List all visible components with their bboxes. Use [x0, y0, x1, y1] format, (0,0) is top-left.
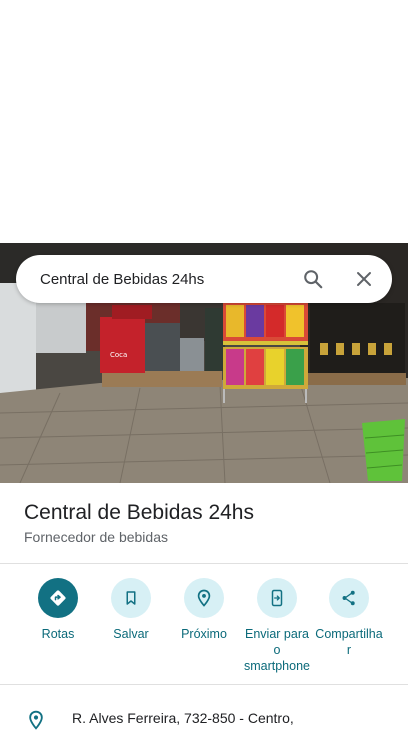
- svg-text:Coca: Coca: [110, 351, 127, 359]
- share-label-line: Compartilha: [315, 627, 383, 641]
- save-button[interactable]: Salvar: [89, 578, 173, 642]
- nearby-label: Próximo: [181, 627, 227, 641]
- bookmark-icon: [111, 578, 151, 618]
- share-label: Compartilha r: [315, 626, 382, 658]
- save-label: Salvar: [113, 627, 149, 641]
- directions-button[interactable]: Rotas: [16, 578, 100, 642]
- nearby-button[interactable]: Próximo: [162, 578, 246, 642]
- place-title: Central de Bebidas 24hs: [24, 501, 254, 524]
- map-area: [0, 0, 408, 243]
- nearby-icon: [184, 578, 224, 618]
- divider: [0, 563, 408, 564]
- search-icon[interactable]: [301, 267, 325, 291]
- send-to-phone-icon: [257, 578, 297, 618]
- action-bar: Rotas Salvar Próximo Enviar para o smart…: [0, 578, 408, 678]
- place-category: Fornecedor de bebidas: [24, 529, 168, 545]
- send-to-phone-label-line: Enviar para: [245, 627, 309, 641]
- address-row[interactable]: R. Alves Ferreira, 732-850 - Centro,: [0, 700, 408, 730]
- send-to-phone-label: Enviar para o smartphone: [244, 626, 310, 674]
- send-to-phone-label-line: o: [273, 643, 281, 657]
- send-to-phone-label-line: smartphone: [243, 659, 310, 673]
- divider: [0, 684, 408, 685]
- location-pin-icon: [26, 709, 46, 736]
- share-button[interactable]: Compartilha r: [307, 578, 391, 658]
- directions-icon: [38, 578, 78, 618]
- address-text: R. Alves Ferreira, 732-850 - Centro,: [72, 710, 294, 726]
- search-bar[interactable]: Central de Bebidas 24hs: [16, 255, 392, 303]
- close-icon[interactable]: [352, 267, 376, 291]
- share-label-line: r: [346, 643, 352, 657]
- directions-label: Rotas: [41, 627, 75, 641]
- share-icon: [329, 578, 369, 618]
- search-input[interactable]: Central de Bebidas 24hs: [40, 271, 301, 288]
